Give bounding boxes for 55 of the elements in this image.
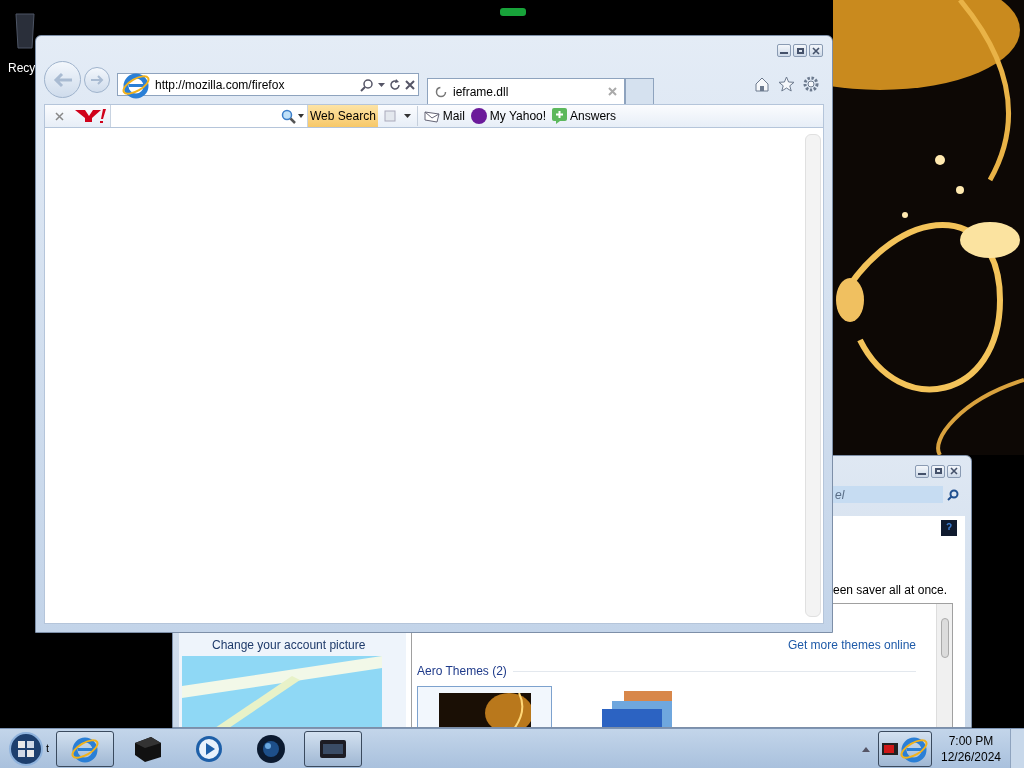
settings-icon[interactable] — [803, 76, 819, 92]
maximize-button[interactable] — [793, 44, 807, 57]
start-button[interactable] — [6, 730, 46, 767]
stop-icon — [405, 79, 415, 90]
refresh-icon — [389, 78, 401, 91]
close-button[interactable] — [947, 464, 961, 478]
caret-icon — [298, 114, 304, 118]
answers-icon — [552, 108, 568, 124]
play-icon — [194, 733, 224, 764]
caret-icon[interactable] — [403, 114, 411, 118]
scrollbar[interactable] — [805, 134, 821, 617]
minimize-button[interactable] — [777, 44, 791, 57]
forward-arrow-icon — [90, 73, 104, 86]
monitor-icon — [319, 737, 347, 760]
yahoo-logo — [73, 108, 107, 124]
toolbar-link[interactable]: Answers — [552, 107, 617, 125]
browser-tab[interactable]: ieframe.dll — [427, 78, 625, 104]
start-label: t — [46, 741, 51, 757]
group-heading: Aero Themes (2) — [417, 663, 507, 680]
monitor-icon[interactable] — [881, 742, 898, 755]
search-icon — [947, 488, 959, 501]
more-themes-link[interactable]: Get more themes online — [787, 636, 916, 654]
toolbar-link[interactable]: My Yahoo! — [470, 107, 547, 125]
close-button[interactable] — [809, 44, 823, 57]
clock-time[interactable]: 7:00 PM — [948, 732, 994, 749]
taskbar-button[interactable] — [56, 730, 114, 767]
magnifier-icon — [281, 108, 296, 124]
maximize-button[interactable] — [931, 464, 945, 478]
search-icon — [360, 77, 374, 92]
web-search-button[interactable]: Web Search — [308, 105, 378, 127]
windows-orb-icon — [8, 730, 44, 767]
minimize-button[interactable] — [915, 464, 929, 478]
myyahoo-icon — [470, 108, 487, 124]
search-field[interactable] — [110, 105, 308, 127]
close-icon[interactable] — [55, 111, 64, 121]
toolbar-link[interactable]: Mail — [423, 107, 465, 125]
search-field[interactable]: el — [833, 486, 943, 503]
show-hidden-icons-icon[interactable] — [862, 745, 870, 752]
scrollbar[interactable] — [936, 604, 952, 727]
address-bar[interactable]: http://mozilla.com/firefox — [117, 73, 419, 96]
envelope-icon — [423, 109, 440, 123]
taskbar-button[interactable] — [304, 730, 362, 767]
theme-thumbnail[interactable] — [417, 686, 552, 727]
globe-icon — [256, 733, 286, 764]
desktop-icon-label[interactable]: Recy — [8, 59, 36, 77]
back-arrow-icon — [52, 71, 73, 88]
star-icon[interactable] — [778, 76, 795, 92]
caret-icon — [378, 82, 385, 87]
help-icon[interactable] — [941, 520, 957, 536]
recycle-bin-icon — [14, 10, 36, 50]
account-picture-link[interactable]: Change your account picture — [182, 636, 406, 654]
home-icon[interactable] — [754, 76, 770, 92]
loading-icon — [435, 85, 447, 98]
description-text: een saver all at once. — [832, 582, 949, 599]
clock-date[interactable]: 12/26/2024 — [940, 748, 1002, 765]
